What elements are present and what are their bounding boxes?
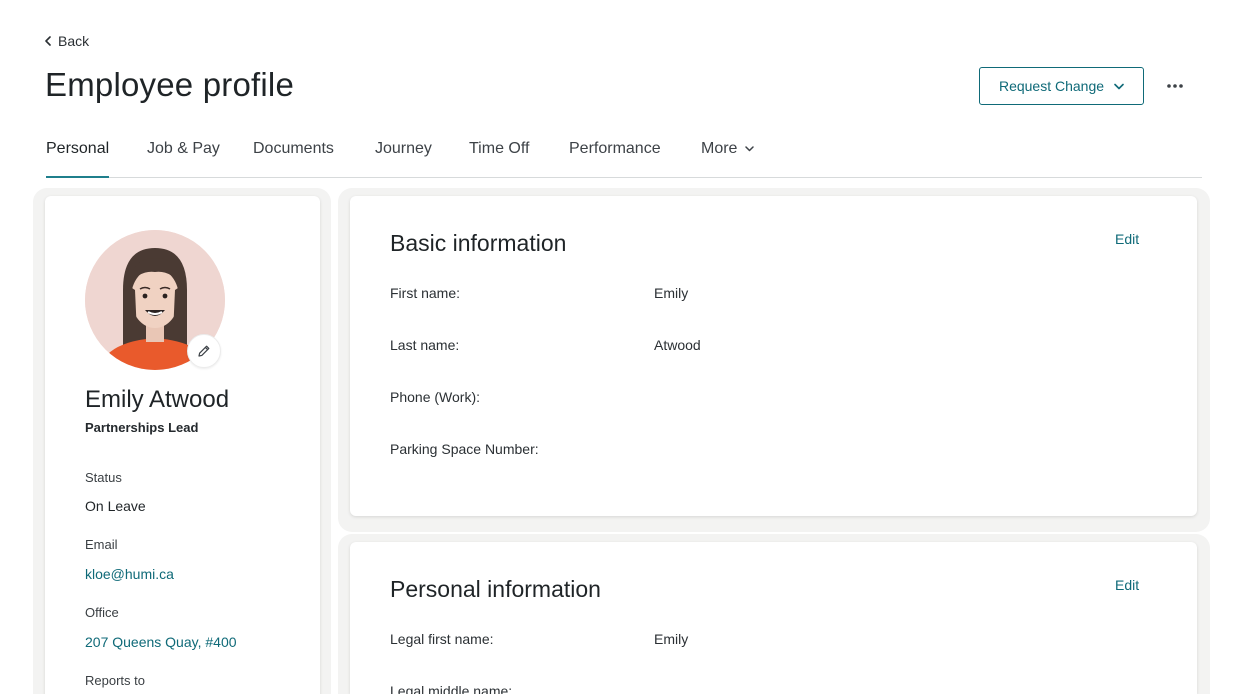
tab-more[interactable]: More xyxy=(701,140,755,177)
field-value-last-name: Atwood xyxy=(654,337,701,353)
email-label: Email xyxy=(85,537,118,552)
back-link[interactable]: Back xyxy=(44,33,89,49)
request-change-button[interactable]: Request Change xyxy=(979,67,1144,105)
request-change-label: Request Change xyxy=(998,78,1105,94)
field-label-legal-middle-name: Legal middle name: xyxy=(390,683,513,694)
personal-info-title: Personal information xyxy=(390,576,601,602)
field-label-last-name: Last name: xyxy=(390,337,460,353)
pencil-icon xyxy=(198,345,210,357)
page-title: Employee profile xyxy=(45,66,294,103)
field-label-first-name: First name: xyxy=(390,285,461,301)
field-label-parking-space: Parking Space Number: xyxy=(390,441,539,457)
chevron-left-icon xyxy=(45,36,51,46)
more-actions-button[interactable] xyxy=(1162,76,1188,96)
email-link[interactable]: kloe@humi.ca xyxy=(85,566,174,582)
chevron-down-icon xyxy=(745,146,755,152)
back-label: Back xyxy=(58,33,90,49)
profile-role: Partnerships Lead xyxy=(85,420,199,435)
basic-info-edit-button[interactable]: Edit xyxy=(1115,231,1139,247)
tab-performance[interactable]: Performance xyxy=(569,140,661,177)
reports-to-label: Reports to xyxy=(85,673,145,688)
field-label-legal-first-name: Legal first name: xyxy=(390,631,494,647)
chevron-down-icon xyxy=(1114,83,1124,89)
more-horizontal-icon xyxy=(1167,84,1183,88)
office-link[interactable]: 207 Queens Quay, #400 xyxy=(85,634,237,650)
employee-profile-page: Back Employee profile Request Change Per… xyxy=(0,0,1246,694)
tab-time-off[interactable]: Time Off xyxy=(469,140,529,177)
status-label: Status xyxy=(85,470,122,485)
profile-name: Emily Atwood xyxy=(85,386,230,413)
tab-documents[interactable]: Documents xyxy=(253,140,334,177)
tab-job-pay[interactable]: Job & Pay xyxy=(147,140,220,177)
personal-info-edit-button[interactable]: Edit xyxy=(1115,577,1139,593)
edit-avatar-button[interactable] xyxy=(187,334,221,368)
field-value-first-name: Emily xyxy=(654,285,689,301)
field-value-legal-first-name: Emily xyxy=(654,631,689,647)
tab-personal[interactable]: Personal xyxy=(46,140,110,178)
tab-journey[interactable]: Journey xyxy=(375,140,432,177)
status-value: On Leave xyxy=(85,498,146,514)
profile-tabs: Personal Job & Pay Documents Journey Tim… xyxy=(46,128,1202,178)
personal-info-card xyxy=(350,542,1197,694)
field-label-phone-work: Phone (Work): xyxy=(390,389,480,405)
office-label: Office xyxy=(85,605,119,620)
basic-info-title: Basic information xyxy=(390,230,567,256)
